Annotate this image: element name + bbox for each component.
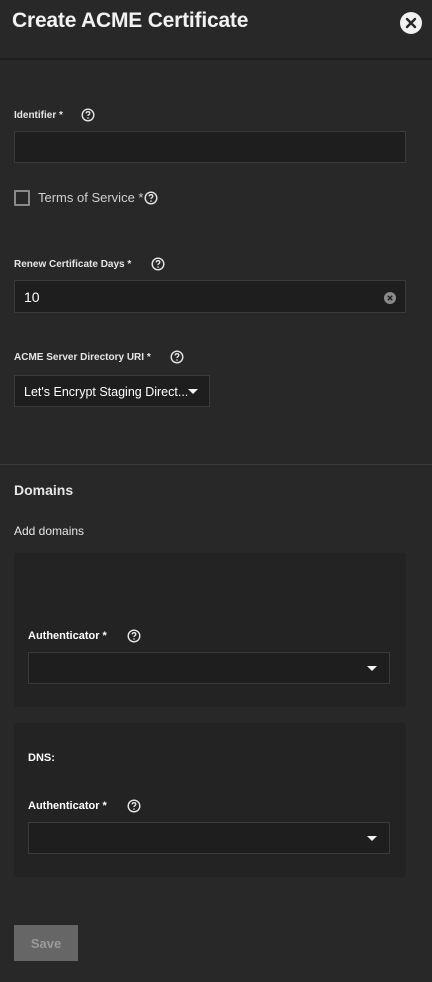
renew-days-label: Renew Certificate Days * <box>14 257 165 271</box>
help-icon[interactable] <box>144 190 158 205</box>
authenticator-label: Authenticator * <box>28 629 141 643</box>
renew-days-label-text: Renew Certificate Days * <box>14 258 132 270</box>
close-button[interactable] <box>400 12 422 34</box>
authenticator-label-text: Authenticator * <box>28 630 107 642</box>
identifier-label: Identifier * <box>14 108 95 122</box>
authenticator-label-text: Authenticator * <box>28 800 107 812</box>
save-button[interactable]: Save <box>14 925 78 961</box>
authenticator-select[interactable] <box>28 822 390 854</box>
help-icon[interactable] <box>151 257 165 271</box>
clear-icon[interactable] <box>384 291 396 304</box>
directory-uri-value: Let's Encrypt Staging Direct... <box>24 385 189 399</box>
dns-heading: DNS: <box>28 752 55 764</box>
authenticator-select[interactable] <box>28 652 390 684</box>
directory-uri-label: ACME Server Directory URI * <box>14 350 184 364</box>
renew-days-input[interactable]: 10 <box>14 280 406 313</box>
terms-of-service-label: Terms of Service * <box>38 190 158 205</box>
domain-card: Authenticator * <box>14 553 406 707</box>
directory-uri-label-text: ACME Server Directory URI * <box>14 351 151 363</box>
domain-card: DNS: Authenticator * <box>14 723 406 877</box>
domains-title: Domains <box>14 482 74 498</box>
terms-of-service-checkbox[interactable] <box>14 190 30 206</box>
identifier-input[interactable] <box>14 131 406 163</box>
identifier-label-text: Identifier * <box>14 109 63 121</box>
caret-down-icon <box>188 389 198 394</box>
help-icon[interactable] <box>81 108 95 122</box>
authenticator-label: Authenticator * <box>28 799 141 813</box>
caret-down-icon <box>367 666 377 671</box>
add-domains-label: Add domains <box>14 524 85 538</box>
renew-days-value: 10 <box>24 289 40 305</box>
close-icon <box>405 17 417 29</box>
help-icon[interactable] <box>127 629 141 643</box>
help-icon[interactable] <box>127 799 141 813</box>
caret-down-icon <box>367 836 377 841</box>
create-acme-certificate-panel: Create ACME Certificate Identifier * Ter… <box>0 0 432 982</box>
directory-uri-select[interactable]: Let's Encrypt Staging Direct... <box>14 375 210 407</box>
section-divider <box>0 464 432 465</box>
panel-title: Create ACME Certificate <box>12 9 249 32</box>
panel-header: Create ACME Certificate <box>0 0 432 60</box>
help-icon[interactable] <box>170 350 184 364</box>
terms-of-service-label-text[interactable]: Terms of Service * <box>38 190 143 205</box>
